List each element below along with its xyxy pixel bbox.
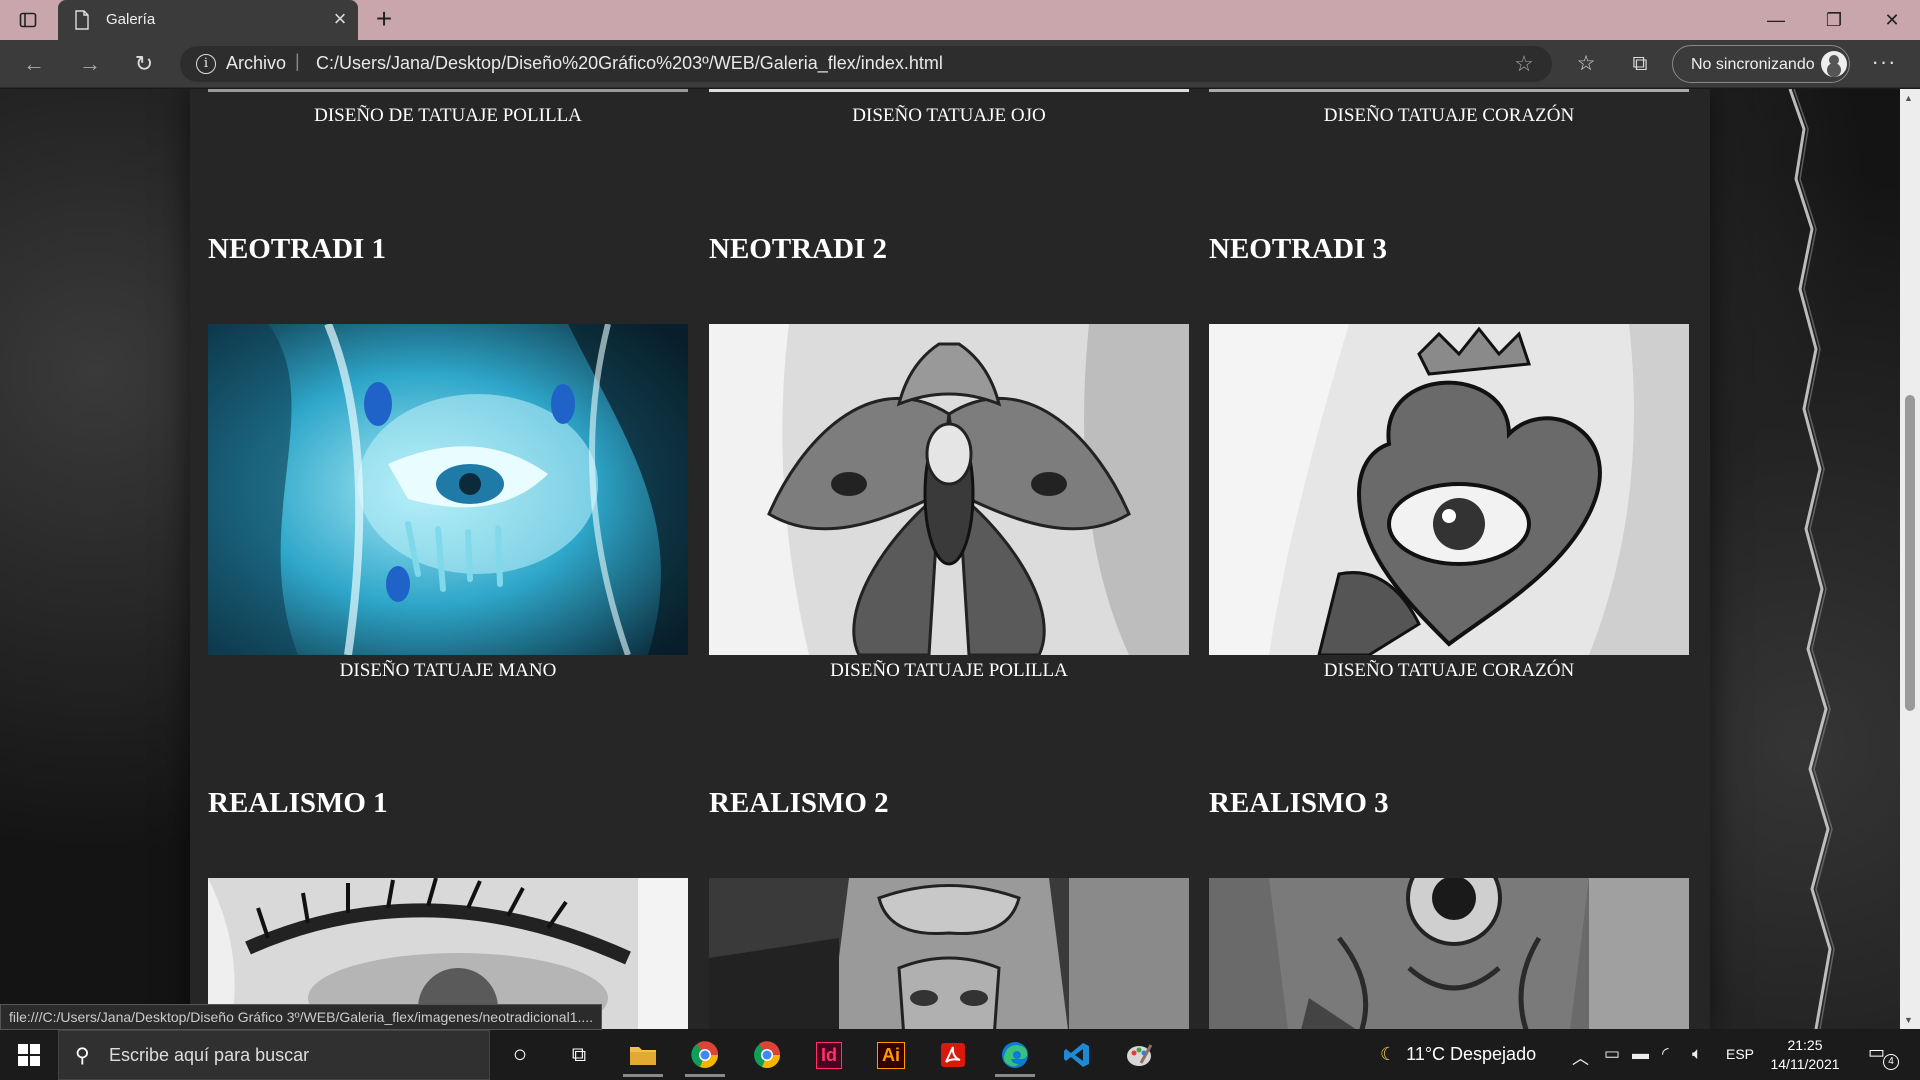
language-indicator[interactable]: ESP xyxy=(1726,1046,1754,1062)
chrome-canary-icon[interactable] xyxy=(681,1033,729,1077)
scroll-down-icon[interactable]: ▼ xyxy=(1904,1015,1913,1025)
moon-icon: ☾ xyxy=(1380,1044,1397,1064)
collections-icon[interactable]: ⧉ xyxy=(1624,48,1656,80)
caption-top-1: DISEÑO DE TATUAJE POLILLA xyxy=(314,105,582,126)
browser-tab[interactable]: Galería × xyxy=(58,0,358,40)
windows-taskbar: ⚲ Escribe aquí para buscar ○ ⧉ Id Ai ☾ 11… xyxy=(0,1030,1920,1080)
back-button[interactable]: ← xyxy=(18,48,50,80)
caption-neotradi-1: DISEÑO TATUAJE MANO xyxy=(339,660,557,681)
clock-time: 21:25 xyxy=(1787,1037,1823,1053)
heading-realismo-2: REALISMO 2 xyxy=(709,787,889,819)
caption-neotradi-3: DISEÑO TATUAJE CORAZÓN xyxy=(1323,660,1575,681)
info-icon[interactable]: i xyxy=(196,54,216,74)
device-icon[interactable]: ▭ xyxy=(1604,1044,1620,1064)
favorites-icon[interactable]: ☆ xyxy=(1570,48,1602,80)
status-url-preview: file:///C:/Users/Jana/Desktop/Diseño Grá… xyxy=(0,1004,603,1030)
windows-icon xyxy=(18,1044,40,1066)
weather-text: 11°C Despejado xyxy=(1406,1044,1537,1064)
background-crack xyxy=(1788,89,1835,1029)
taskbar-search[interactable]: ⚲ Escribe aquí para buscar xyxy=(58,1030,490,1080)
gallery-container: DISEÑO DE TATUAJE POLILLA DISEÑO TATUAJE… xyxy=(190,89,1710,1029)
refresh-button[interactable]: ↻ xyxy=(128,48,160,80)
search-placeholder: Escribe aquí para buscar xyxy=(109,1045,310,1065)
volume-mute-icon[interactable]: 🔈︎ xyxy=(1692,1044,1702,1064)
scroll-thumb[interactable] xyxy=(1905,395,1915,711)
gallery-image-neotradi-2[interactable] xyxy=(709,324,1189,655)
notification-center-icon[interactable]: ▭ 4 xyxy=(1868,1042,1899,1070)
avatar-icon xyxy=(1821,51,1847,77)
search-icon: ⚲ xyxy=(75,1045,90,1067)
indesign-icon[interactable]: Id xyxy=(805,1033,853,1077)
chrome-icon[interactable] xyxy=(743,1033,791,1077)
acrobat-icon[interactable] xyxy=(929,1033,977,1077)
clock-date: 14/11/2021 xyxy=(1770,1056,1840,1072)
chevron-up-icon[interactable]: ︿ xyxy=(1572,1044,1589,1069)
tab-title: Galería xyxy=(106,11,156,28)
address-separator: | xyxy=(295,51,300,71)
close-window-button[interactable]: ✕ xyxy=(1864,0,1920,40)
cortana-icon[interactable]: ○ xyxy=(496,1033,544,1077)
browser-toolbar: ← → ↻ i Archivo | C:/Users/Jana/Desktop/… xyxy=(0,40,1920,88)
task-view-icon[interactable]: ⧉ xyxy=(555,1033,603,1077)
gallery-image-neotradi-3[interactable] xyxy=(1209,324,1689,655)
notification-count: 4 xyxy=(1883,1054,1899,1070)
scroll-up-icon[interactable]: ▲ xyxy=(1904,93,1913,103)
start-button[interactable] xyxy=(0,1030,58,1080)
heading-neotradi-1: NEOTRADI 1 xyxy=(208,233,387,265)
gallery-image-neotradi-1[interactable] xyxy=(208,324,688,655)
wifi-icon[interactable]: ◜ xyxy=(1662,1044,1669,1064)
battery-icon[interactable]: ▬ xyxy=(1632,1044,1649,1064)
heading-neotradi-2: NEOTRADI 2 xyxy=(709,233,888,265)
profile-button[interactable]: No sincronizando xyxy=(1672,45,1850,83)
restore-button[interactable]: ❐ xyxy=(1806,0,1862,40)
caption-neotradi-2: DISEÑO TATUAJE POLILLA xyxy=(830,660,1068,681)
address-url[interactable]: C:/Users/Jana/Desktop/Diseño%20Gráfico%2… xyxy=(316,53,943,74)
caption-top-3: DISEÑO TATUAJE CORAZÓN xyxy=(1323,105,1575,126)
vscode-icon[interactable] xyxy=(1053,1033,1101,1077)
tab-bar: Galería × + — ❐ ✕ xyxy=(0,0,1920,40)
caption-top-2: DISEÑO TATUAJE OJO xyxy=(852,105,1046,126)
gallery-image-realismo-3[interactable] xyxy=(1209,878,1689,1029)
new-tab-button[interactable]: + xyxy=(368,4,400,36)
illustrator-icon[interactable]: Ai xyxy=(867,1033,915,1077)
forward-button[interactable]: → xyxy=(74,48,106,80)
address-bar[interactable]: i Archivo | C:/Users/Jana/Desktop/Diseño… xyxy=(180,46,1552,82)
heading-realismo-1: REALISMO 1 xyxy=(208,787,388,819)
minimize-button[interactable]: — xyxy=(1748,0,1804,40)
address-scheme: Archivo xyxy=(226,53,287,73)
paint-icon[interactable] xyxy=(1115,1033,1163,1077)
gallery-image-edge xyxy=(1209,89,1689,92)
gallery-image-edge xyxy=(208,89,688,92)
tab-actions-icon[interactable] xyxy=(16,8,40,32)
clock[interactable]: 21:25 14/11/2021 xyxy=(1770,1036,1840,1074)
page-scrollbar[interactable]: ▲ ▼ xyxy=(1900,89,1920,1029)
heading-neotradi-3: NEOTRADI 3 xyxy=(1209,233,1388,265)
weather-widget[interactable]: ☾ 11°C Despejado xyxy=(1380,1044,1536,1065)
more-menu-icon[interactable]: ··· xyxy=(1868,48,1900,80)
gallery-image-edge xyxy=(709,89,1189,92)
file-explorer-icon[interactable] xyxy=(619,1033,667,1077)
page-viewport: DISEÑO DE TATUAJE POLILLA DISEÑO TATUAJE… xyxy=(0,89,1900,1029)
close-tab-icon[interactable]: × xyxy=(326,6,354,34)
profile-label: No sincronizando xyxy=(1691,56,1815,73)
heading-realismo-3: REALISMO 3 xyxy=(1209,787,1389,819)
edge-icon[interactable] xyxy=(991,1033,1039,1077)
gallery-image-realismo-2[interactable] xyxy=(709,878,1189,1029)
add-favorite-icon[interactable]: ☆ xyxy=(1510,50,1538,78)
page-icon xyxy=(74,10,92,30)
